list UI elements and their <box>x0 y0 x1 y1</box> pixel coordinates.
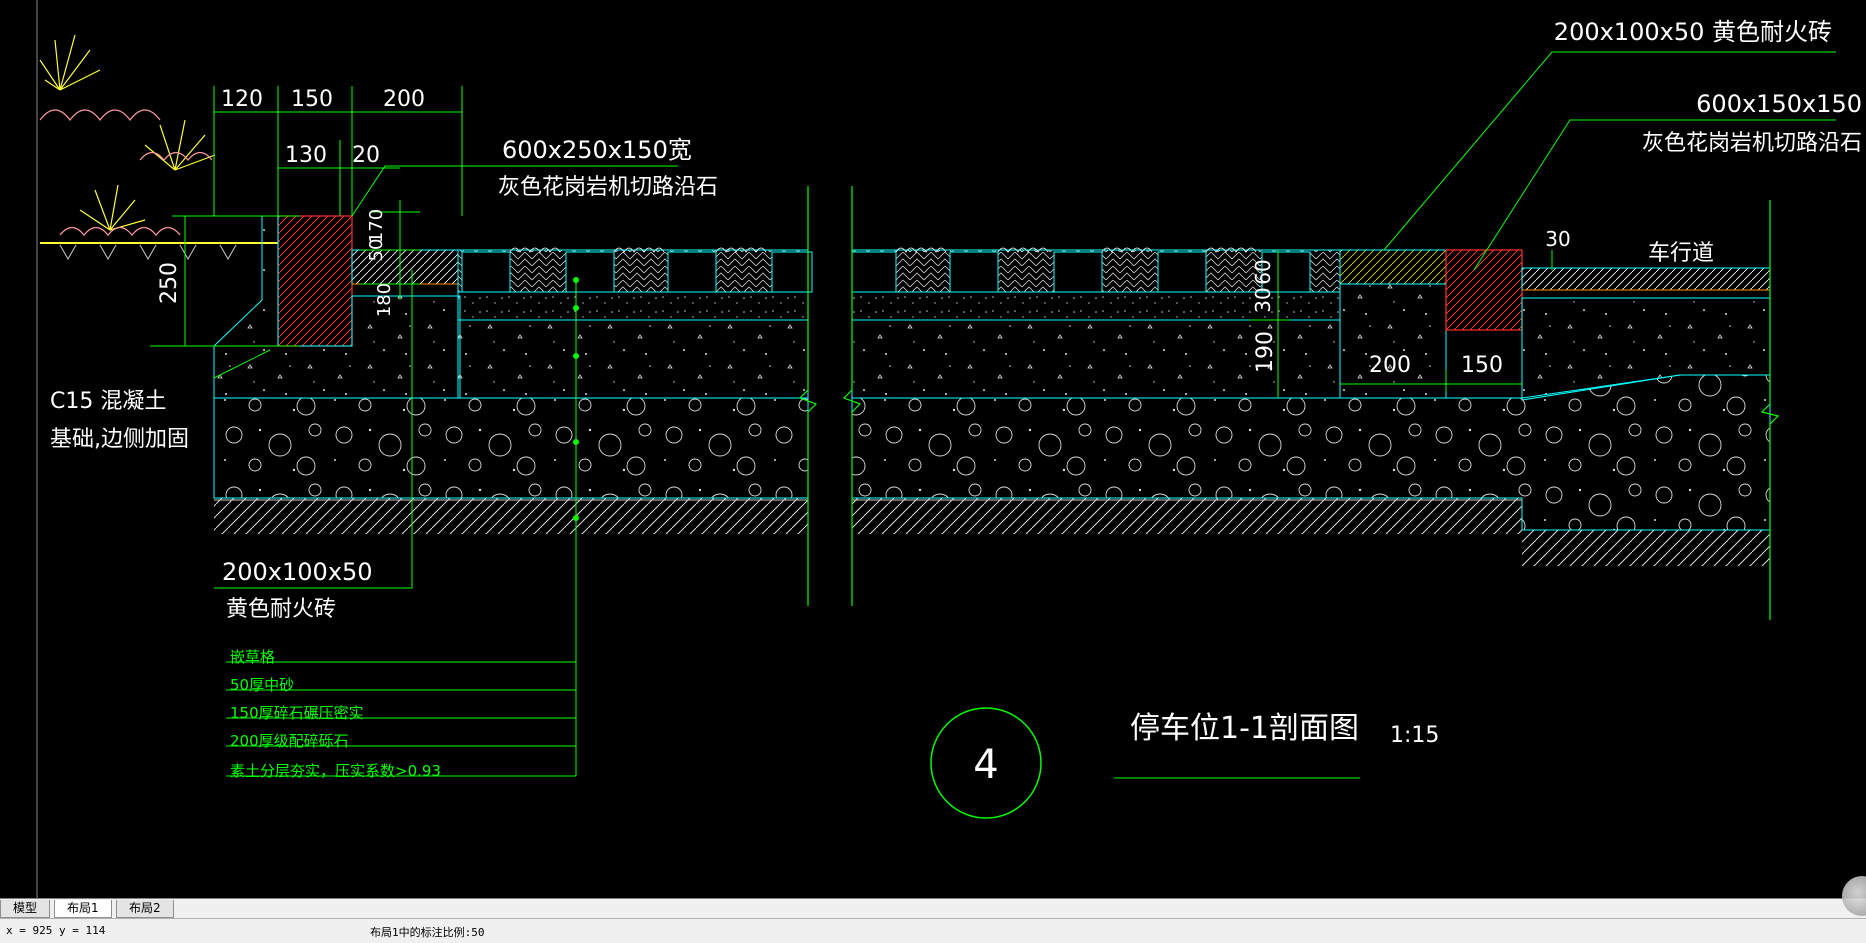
layer-label-5: 素土分层夯实，压实系数>0.93 <box>230 762 441 780</box>
dim-180: 180 <box>374 283 395 317</box>
status-bar: x = 925 y = 114 布局1中的标注比例:50 <box>0 918 1866 943</box>
callout-right-curb-size: 600x150x150 <box>1696 90 1862 118</box>
callout-top-brick: 200x100x50 黄色耐火砖 <box>1554 18 1832 46</box>
cursor-coordinates: x = 925 y = 114 <box>6 924 106 937</box>
callout-left-curb-desc: 灰色花岗岩机切路沿石 <box>498 175 718 200</box>
tab-model[interactable]: 模型 <box>0 900 51 918</box>
callout-bottom-brick-desc: 黄色耐火砖 <box>226 597 336 622</box>
dim-30: 30 <box>1251 287 1275 312</box>
cad-annotations: 200x100x50 黄色耐火砖 600x150x150 灰色花岗岩机切路沿石 … <box>50 18 1862 788</box>
layer-label-4: 200厚级配碎砾石 <box>230 732 349 750</box>
dim-170: 170 <box>366 209 387 243</box>
dim-130: 130 <box>285 143 327 168</box>
dim-30b: 30 <box>1545 227 1570 251</box>
layer-label-2: 50厚中砂 <box>230 676 294 694</box>
layer-label-3: 150厚碎石碾压密实 <box>230 704 364 722</box>
drawing-canvas[interactable]: 200x100x50 黄色耐火砖 600x150x150 灰色花岗岩机切路沿石 … <box>0 0 1866 898</box>
tab-layout1[interactable]: 布局1 <box>54 900 112 918</box>
annotation-scale-text: 布局1中的标注比例:50 <box>370 926 485 939</box>
drawing-scale: 1:15 <box>1390 723 1439 748</box>
layout-tab-bar: 模型 布局1 布局2 <box>0 898 1866 919</box>
dim-120: 120 <box>221 87 263 112</box>
section-number: 4 <box>973 742 998 788</box>
dim-200: 200 <box>383 87 425 112</box>
callout-bottom-brick-size: 200x100x50 <box>222 558 373 586</box>
callout-concrete-line2: 基础,边侧加固 <box>50 427 189 452</box>
dim-250: 250 <box>157 262 182 304</box>
callout-concrete-line1: C15 混凝土 <box>50 389 166 414</box>
callout-roadway: 车行道 <box>1648 241 1714 266</box>
dim-150b: 150 <box>1461 353 1503 378</box>
dim-20: 20 <box>352 143 380 168</box>
dim-200b: 200 <box>1369 353 1411 378</box>
dim-50: 50 <box>366 239 387 262</box>
layer-label-1: 嵌草格 <box>230 648 275 666</box>
tab-layout2[interactable]: 布局2 <box>116 900 174 918</box>
dim-150: 150 <box>291 87 333 112</box>
dim-60: 60 <box>1251 259 1275 284</box>
callout-left-curb-size: 600x250x150宽 <box>502 136 692 164</box>
callout-right-curb-desc: 灰色花岗岩机切路沿石 <box>1642 131 1862 156</box>
drawing-title: 停车位1-1剖面图 <box>1130 711 1359 746</box>
dim-190: 190 <box>1253 331 1278 373</box>
